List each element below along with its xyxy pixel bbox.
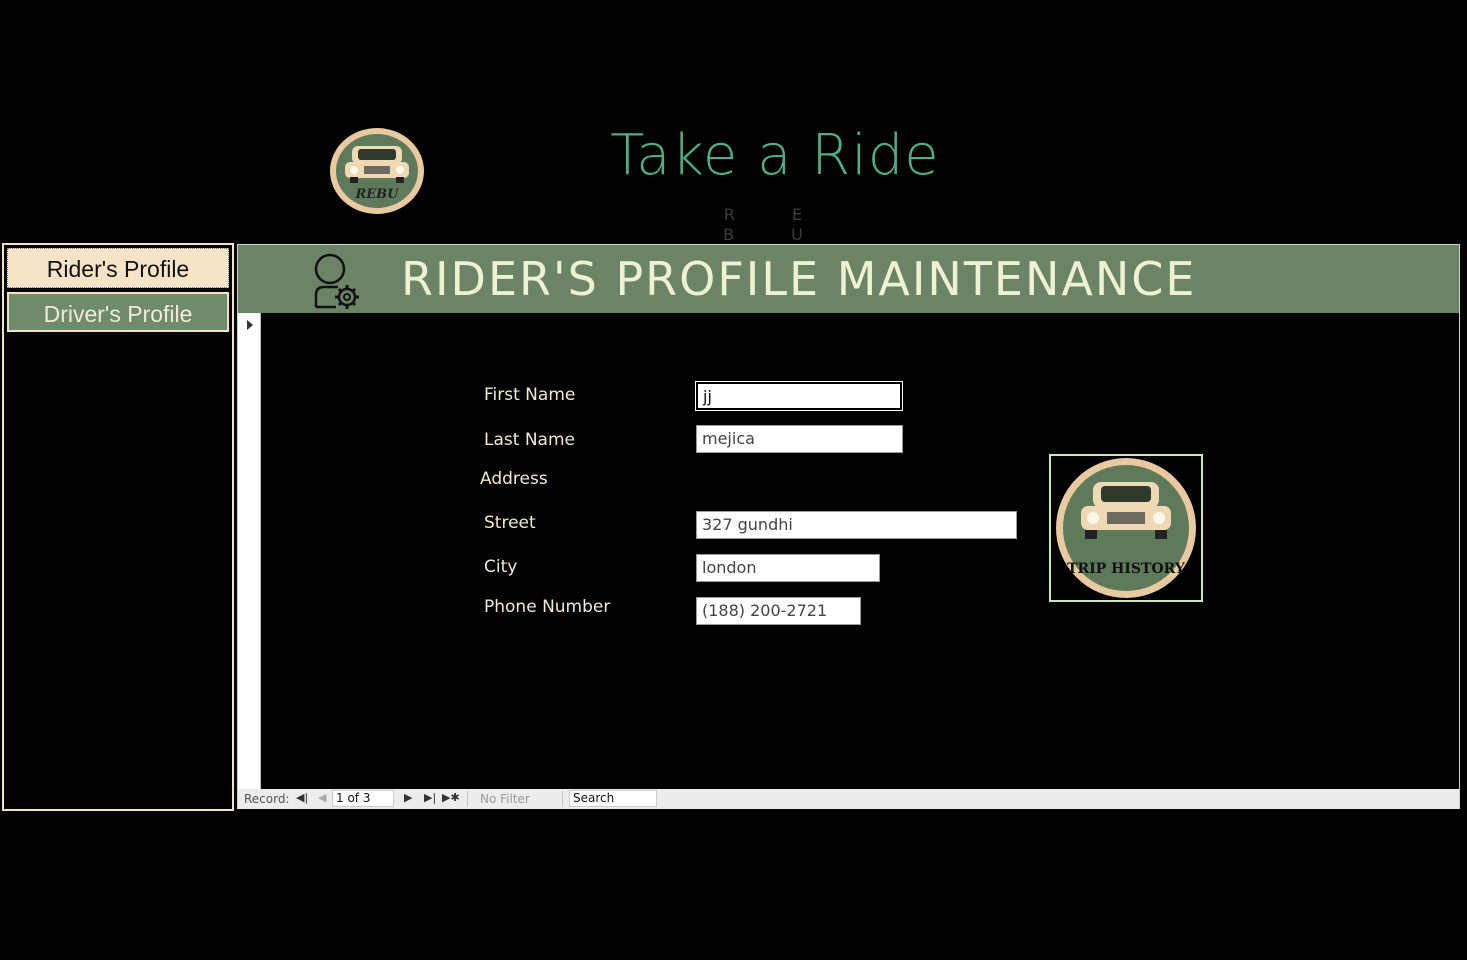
first-name-label: First Name [484, 385, 576, 405]
city-field[interactable]: london [696, 554, 880, 582]
trip-history-car-icon: TRIP HISTORY [1056, 458, 1196, 598]
rider-profile-form: RIDER'S PROFILE MAINTENANCE First Name j… [237, 244, 1460, 809]
current-record-input[interactable]: 1 of 3 [332, 790, 394, 807]
current-record-arrow-icon [247, 320, 253, 330]
nav-riders-profile-button[interactable]: Rider's Profile [7, 248, 229, 288]
last-name-field[interactable]: mejica [696, 425, 903, 453]
first-name-field[interactable]: jj [696, 382, 902, 410]
separator [562, 791, 563, 807]
form-title: RIDER'S PROFILE MAINTENANCE [401, 252, 1197, 306]
form-header: RIDER'S PROFILE MAINTENANCE [238, 245, 1459, 313]
last-name-label: Last Name [484, 430, 575, 450]
record-navigation-bar: Record: ◀| ◀ 1 of 3 ▶ ▶| ▶✱ No Filter Se… [238, 789, 1459, 809]
first-record-icon[interactable]: ◀| [296, 791, 308, 804]
user-settings-icon [314, 253, 359, 309]
separator [467, 791, 468, 807]
svg-text:TRIP HISTORY: TRIP HISTORY [1067, 561, 1186, 577]
no-filter-button[interactable]: No Filter [480, 792, 530, 806]
phone-number-label: Phone Number [484, 597, 611, 617]
street-field[interactable]: 327 gundhi [696, 511, 1017, 539]
app-title: Take a Ride [610, 123, 940, 188]
svg-text:REBU: REBU [354, 187, 399, 202]
nav-drivers-profile-button[interactable]: Driver's Profile [7, 292, 229, 332]
navigation-pane: Rider's Profile Driver's Profile [2, 243, 234, 811]
city-label: City [484, 557, 518, 577]
app-subtitle: R E B U [723, 205, 829, 244]
previous-record-icon[interactable]: ◀ [318, 791, 326, 804]
street-label: Street [484, 513, 536, 533]
search-input[interactable]: Search [569, 790, 657, 807]
trip-history-button[interactable]: TRIP HISTORY [1049, 454, 1203, 602]
record-selector[interactable] [238, 313, 261, 789]
last-record-icon[interactable]: ▶| [424, 791, 436, 804]
next-record-icon[interactable]: ▶ [404, 791, 412, 804]
record-label: Record: [244, 792, 290, 806]
address-label: Address [480, 469, 548, 489]
phone-number-field[interactable]: (188) 200-2721 [696, 597, 861, 625]
new-record-icon[interactable]: ▶✱ [442, 791, 460, 804]
rebu-logo: REBU [330, 128, 424, 214]
